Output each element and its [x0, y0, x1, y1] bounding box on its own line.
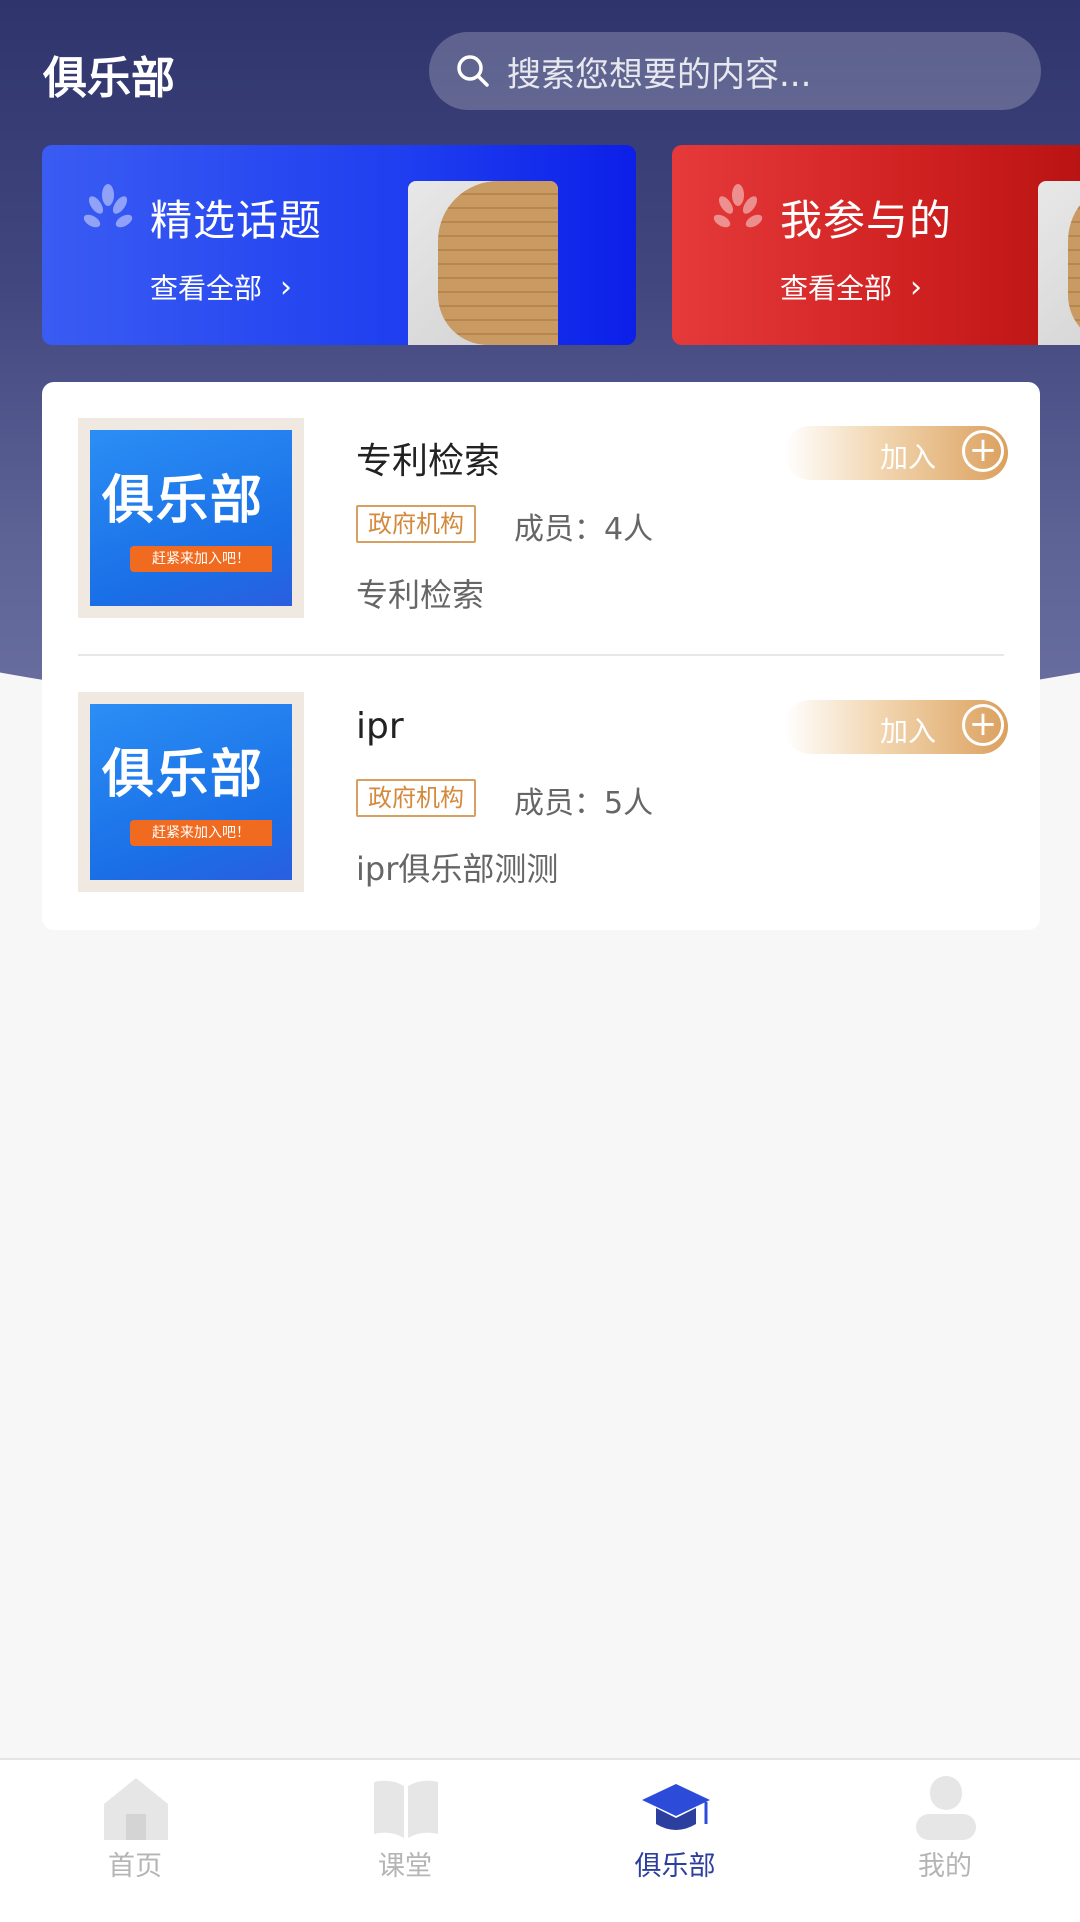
- search-input[interactable]: 搜索您想要的内容...: [429, 32, 1041, 110]
- view-all-link[interactable]: 查看全部 ›: [780, 267, 922, 307]
- graduation-cap-icon: [642, 1784, 710, 1830]
- list-item[interactable]: 俱乐部 赶紧来加入吧！ ipr 政府机构 成员：5人 ipr俱乐部测测 加入 +: [78, 692, 1008, 929]
- join-label: 加入: [880, 715, 937, 748]
- join-button[interactable]: 加入 +: [784, 700, 1008, 754]
- home-icon: [104, 1778, 168, 1840]
- book-icon: [374, 1780, 438, 1838]
- banner-image: [408, 181, 558, 345]
- thumbnail-title: 俱乐部: [102, 745, 265, 805]
- tab-label: 我的: [918, 1851, 972, 1882]
- tab-label: 俱乐部: [634, 1851, 716, 1882]
- tab-classroom[interactable]: 课堂: [270, 1760, 540, 1922]
- view-all-link[interactable]: 查看全部 ›: [150, 267, 292, 307]
- page-title: 俱乐部: [43, 53, 175, 104]
- view-all-label: 查看全部: [150, 272, 263, 305]
- member-count: 成员：4人: [514, 512, 654, 547]
- club-list: 俱乐部 赶紧来加入吧！ 专利检索 政府机构 成员：4人 专利检索 加入 + 俱乐…: [42, 382, 1040, 930]
- chevron-right-icon: ›: [910, 269, 923, 305]
- tab-label: 课堂: [378, 1851, 432, 1882]
- plus-icon: +: [962, 704, 1004, 746]
- leaf-icon: [83, 184, 133, 228]
- category-tag: 政府机构: [356, 779, 476, 817]
- join-label: 加入: [880, 441, 937, 474]
- search-placeholder: 搜索您想要的内容...: [507, 54, 812, 95]
- tab-home[interactable]: 首页: [0, 1760, 270, 1922]
- category-tag: 政府机构: [356, 505, 476, 543]
- club-description: ipr俱乐部测测: [356, 850, 559, 888]
- divider: [78, 654, 1004, 656]
- banner-title: 我参与的: [780, 196, 953, 245]
- club-description: 专利检索: [356, 576, 485, 614]
- thumbnail-tagline: 赶紧来加入吧！: [130, 546, 272, 572]
- list-item[interactable]: 俱乐部 赶紧来加入吧！ 专利检索 政府机构 成员：4人 专利检索 加入 +: [78, 418, 1008, 655]
- club-name: ipr: [356, 706, 404, 747]
- tab-label: 首页: [108, 1851, 162, 1882]
- tab-club[interactable]: 俱乐部: [540, 1760, 810, 1922]
- club-thumbnail: 俱乐部 赶紧来加入吧！: [78, 418, 304, 618]
- club-thumbnail: 俱乐部 赶紧来加入吧！: [78, 692, 304, 892]
- banner-my-participation[interactable]: 我参与的 查看全部 ›: [672, 145, 1080, 345]
- banner-title: 精选话题: [150, 196, 323, 245]
- leaf-icon: [713, 184, 763, 228]
- view-all-label: 查看全部: [780, 272, 893, 305]
- thumbnail-tagline: 赶紧来加入吧！: [130, 820, 272, 846]
- member-count: 成员：5人: [514, 786, 654, 821]
- thumbnail-title: 俱乐部: [102, 471, 265, 531]
- banner-featured-topics[interactable]: 精选话题 查看全部 ›: [42, 145, 636, 345]
- join-button[interactable]: 加入 +: [784, 426, 1008, 480]
- plus-icon: +: [962, 430, 1004, 472]
- user-icon: [916, 1776, 976, 1840]
- club-name: 专利检索: [356, 441, 501, 482]
- tab-mine[interactable]: 我的: [810, 1760, 1080, 1922]
- search-icon: [457, 55, 489, 87]
- banner-image: [1038, 181, 1080, 345]
- chevron-right-icon: ›: [280, 269, 293, 305]
- bottom-tab-bar: 首页 课堂 俱乐部 我的: [0, 1758, 1080, 1922]
